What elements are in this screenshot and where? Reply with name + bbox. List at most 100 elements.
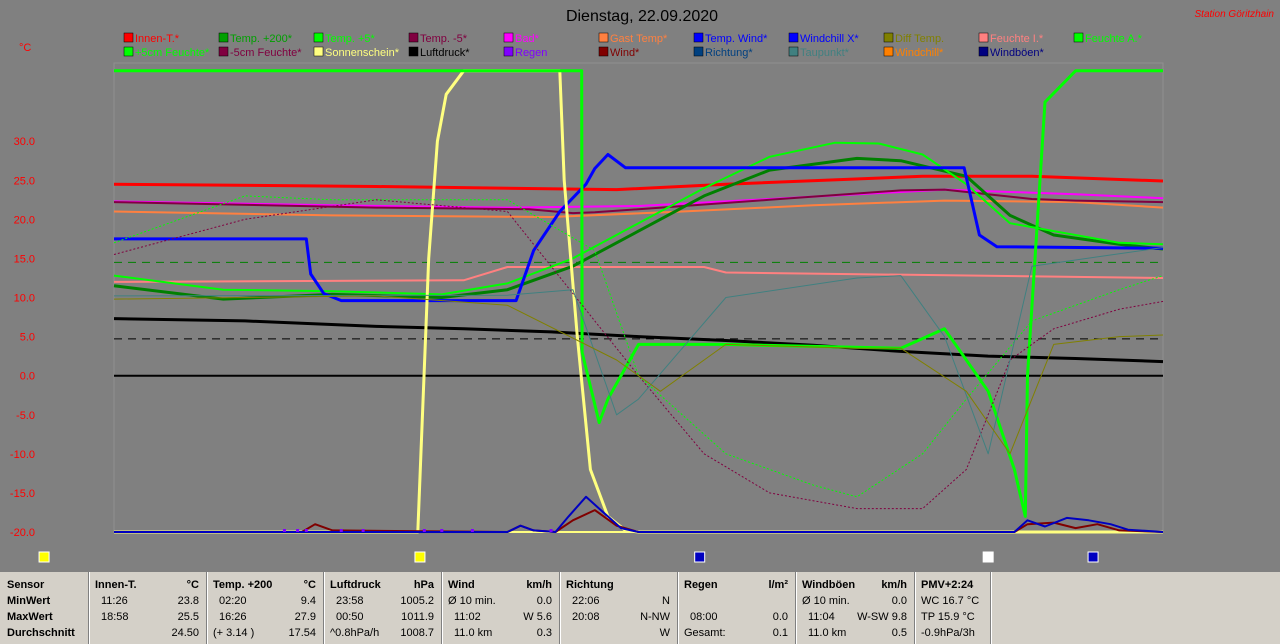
regen-total-value: 0.1 (772, 627, 788, 639)
druck-max-value: 1011.9 (401, 611, 434, 623)
rain-mark (282, 529, 286, 532)
legend-swatch (313, 32, 324, 43)
pmv-pressure-trend: -0.9hPa/3h (921, 627, 975, 639)
col-boeen: Windböen km/h Ø 10 min. 0.0 11:04 W-SW 9… (796, 572, 915, 644)
rain-mark (422, 529, 426, 532)
legend-label: Feuchte I.* (990, 33, 1044, 45)
legend-swatch (693, 32, 704, 43)
col-regen: Regen l/m² 08:00 0.0 Gesamt: 0.1 (678, 572, 796, 644)
legend-swatch (503, 32, 514, 43)
legend-label: Temp. -5* (420, 33, 468, 45)
legend-swatch (1073, 32, 1084, 43)
regen-max-value: 0.0 (772, 611, 788, 623)
wind-unit: km/h (526, 579, 552, 591)
boeen-min-value: 0.0 (891, 595, 907, 607)
chart-title: Dienstag, 22.09.2020 (566, 8, 718, 25)
legend-label: Richtung* (705, 47, 753, 59)
richtung-title: Richtung (566, 579, 614, 591)
temp200-title: Temp. +200 (213, 579, 273, 591)
station-name: Station Göritzhain (1195, 9, 1275, 20)
legend-label: Taupunkt* (800, 47, 850, 59)
y-tick-label: -20.0 (10, 527, 35, 539)
col-wind: Wind km/h Ø 10 min. 0.0 11:02 W 5.6 11.0… (442, 572, 560, 644)
legend-label: Feuchte A.* (1085, 33, 1143, 45)
col-pmv: PMV+2:24 WC 16.7 °C TP 15.9 °C -0.9hPa/3… (915, 572, 991, 644)
y-tick-label: 30.0 (14, 136, 35, 148)
col-temp200: Temp. +200 °C 02:20 9.4 16:26 27.9 (+ 3.… (207, 572, 324, 644)
y-tick-label: 5.0 (20, 332, 35, 344)
regen-total-label: Gesamt: (684, 627, 726, 639)
legend-label: Diff Temp. (895, 33, 944, 45)
legend-swatch (978, 46, 989, 57)
druck-title: Luftdruck (330, 579, 381, 591)
legend-swatch (123, 32, 134, 43)
y-axis-unit: °C (19, 42, 31, 54)
innen-avg-value: 24.50 (171, 627, 199, 639)
rain-mark (339, 529, 343, 532)
row-label-avg: Durchschnitt (7, 627, 75, 639)
richtung-max-time: 20:08 (572, 611, 600, 623)
druck-min-time: 23:58 (336, 595, 364, 607)
wind-avg-value: 0.3 (536, 627, 552, 639)
legend-swatch (978, 32, 989, 43)
boeen-avg-dist: 11.0 km (808, 627, 847, 639)
wind-avg-dist: 11.0 km (454, 627, 493, 639)
innen-max-value: 25.5 (177, 611, 199, 623)
legend-swatch (598, 32, 609, 43)
boeen-avg-value: 0.5 (891, 627, 907, 639)
legend-swatch (883, 32, 894, 43)
innen-min-value: 23.8 (177, 595, 199, 607)
legend-label: Windchill* (895, 47, 944, 59)
time-marker (38, 551, 50, 563)
legend-swatch (883, 46, 894, 57)
innen-title: Innen-T. (95, 579, 137, 591)
temp200-max-value: 27.9 (294, 611, 316, 623)
y-tick-label: 25.0 (14, 175, 35, 187)
boeen-max-time: 11:04 (808, 611, 835, 623)
legend-label: -5cm Feuchte* (230, 47, 302, 59)
legend-swatch (693, 46, 704, 57)
boeen-unit: km/h (881, 579, 907, 591)
pmv-dewpoint: TP 15.9 °C (921, 611, 975, 623)
legend-label: Regen (515, 47, 547, 59)
time-marker (1087, 551, 1099, 563)
row-label-max: MaxWert (7, 611, 53, 623)
innen-min-time: 11:26 (101, 595, 128, 607)
boeen-min-time: Ø 10 min. (802, 595, 850, 607)
richtung-avg-value: W (659, 627, 670, 639)
row-label-sensor: Sensor (7, 579, 45, 591)
y-tick-label: -15.0 (10, 488, 35, 500)
legend-swatch (123, 46, 134, 57)
y-tick-label: 0.0 (20, 371, 35, 383)
y-tick-label: -5.0 (16, 410, 35, 422)
legend-swatch (503, 46, 514, 57)
y-tick-label: -10.0 (10, 449, 35, 461)
boeen-max-value: W-SW 9.8 (857, 611, 907, 623)
druck-min-value: 1005.2 (400, 595, 434, 607)
regen-unit: l/m² (768, 579, 788, 591)
rain-mark (470, 529, 474, 532)
y-tick-label: 20.0 (14, 214, 35, 226)
legend-swatch (218, 32, 229, 43)
row-label-min: MinWert (7, 595, 51, 607)
druck-max-time: 00:50 (336, 611, 364, 623)
time-marker (982, 551, 994, 563)
richtung-max-value: N-NW (640, 611, 670, 623)
pmv-windchill: WC 16.7 °C (921, 595, 980, 607)
legend-swatch (218, 46, 229, 57)
boeen-title: Windböen (802, 579, 856, 591)
legend-label: Innen-T.* (135, 33, 180, 45)
rain-mark (440, 529, 444, 532)
wind-min-time: Ø 10 min. (448, 595, 496, 607)
richtung-min-time: 22:06 (572, 595, 600, 607)
legend-swatch (408, 46, 419, 57)
innen-max-time: 18:58 (101, 611, 129, 623)
legend-label: Temp. +200* (230, 33, 293, 45)
wind-min-value: 0.0 (536, 595, 552, 607)
druck-unit: hPa (413, 579, 434, 591)
richtung-min-value: N (662, 595, 670, 607)
legend-swatch (598, 46, 609, 57)
legend-swatch (313, 46, 324, 57)
legend-label: Temp. Wind* (705, 33, 768, 45)
wind-max-value: W 5.6 (523, 611, 552, 623)
